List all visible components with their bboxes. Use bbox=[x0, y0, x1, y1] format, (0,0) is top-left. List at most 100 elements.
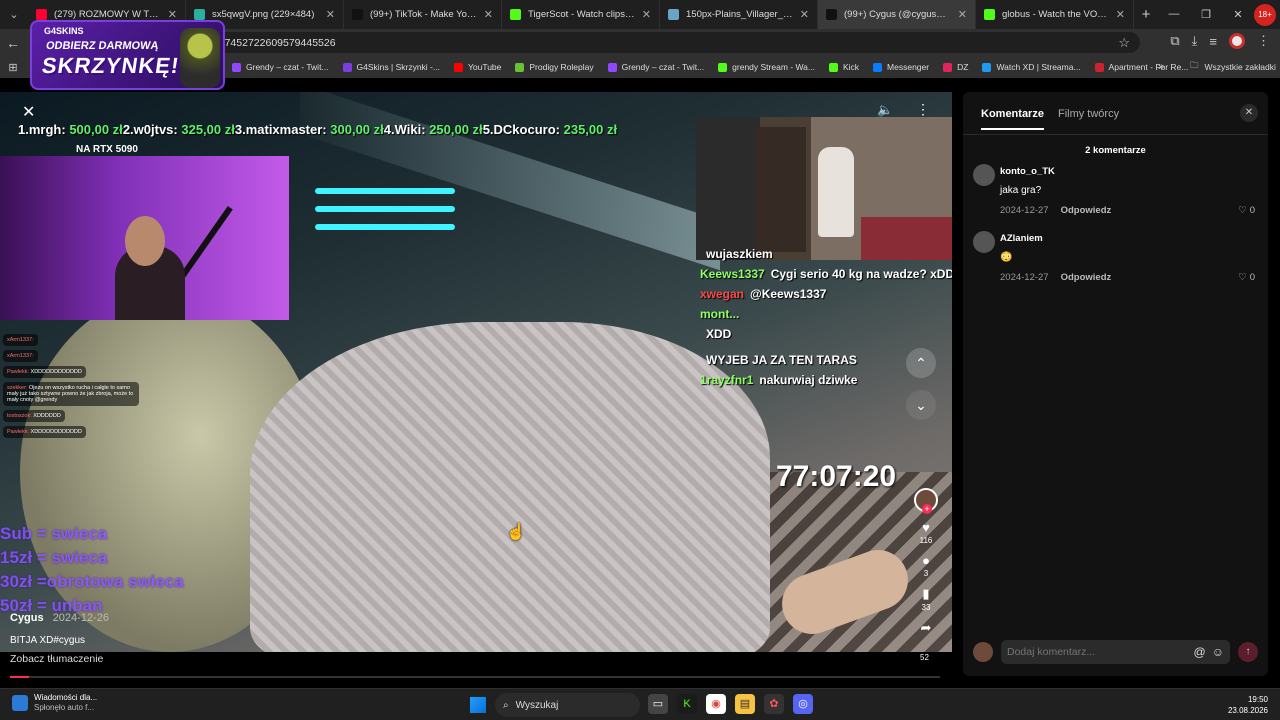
comment-like[interactable]: ♡ 0 bbox=[1238, 272, 1255, 283]
mention-icon[interactable]: @ bbox=[1194, 645, 1206, 659]
panel-divider bbox=[963, 134, 1268, 135]
see-translation-link[interactable]: Zobacz tłumaczenie bbox=[10, 653, 103, 665]
reply-button[interactable]: Odpowiedz bbox=[1061, 205, 1112, 216]
browser-tab[interactable]: (99+) Cygus (@cygus05) | TikTok ✕ bbox=[818, 0, 976, 29]
commenter-avatar[interactable] bbox=[973, 231, 995, 253]
tab-close-icon[interactable]: ✕ bbox=[326, 8, 335, 21]
profile-avatar[interactable]: 18+ bbox=[1254, 3, 1276, 26]
close-window-button[interactable]: ✕ bbox=[1222, 8, 1254, 21]
comment-like[interactable]: ♡ 0 bbox=[1238, 205, 1255, 216]
video-progress-fill bbox=[10, 676, 29, 678]
share-action[interactable]: ➦ bbox=[921, 620, 932, 636]
g4skins-ad-banner[interactable]: G4SKINS ODBIERZ DARMOWĄ SKRZYNKĘ! bbox=[30, 20, 225, 90]
account-avatar[interactable] bbox=[1229, 33, 1245, 49]
taskbar-search[interactable]: ⌕ Wyszukaj bbox=[495, 693, 640, 717]
bookmark-item[interactable]: YouTube bbox=[453, 62, 501, 72]
donor-rank: 4. bbox=[383, 122, 395, 137]
tab-close-icon[interactable]: ✕ bbox=[642, 8, 651, 21]
omnibox[interactable]: eo/7452722609579445526 ☆ bbox=[196, 32, 1140, 53]
bookmark-item[interactable]: G4Skins | Skrzynki -... bbox=[342, 62, 440, 72]
url-text[interactable]: eo/7452722609579445526 bbox=[210, 37, 336, 49]
bookmarks-overflow-icon[interactable]: » bbox=[1158, 61, 1164, 73]
new-tab-button[interactable]: + bbox=[1134, 6, 1158, 23]
bookmark-icon[interactable]: ▮ bbox=[922, 586, 929, 602]
price-list-item: 30zł =obrotowa swieca bbox=[0, 572, 184, 591]
browser-tab[interactable]: TigerScot - Watch clips on Kick ✕ bbox=[502, 0, 660, 29]
browser-menu-icon[interactable]: ⋮ bbox=[1257, 33, 1270, 49]
share-count: 52 bbox=[920, 653, 929, 662]
tab-close-icon[interactable]: ✕ bbox=[484, 8, 493, 21]
apps-grid-icon[interactable]: ⊞ bbox=[0, 61, 26, 74]
commenter-name[interactable]: AZlaniem bbox=[1000, 233, 1043, 244]
system-clock[interactable]: 19:50 23.08.2026 bbox=[1228, 694, 1268, 716]
minimize-button[interactable]: — bbox=[1158, 8, 1190, 21]
chrome-app-icon[interactable]: ◉ bbox=[706, 694, 726, 714]
bookmark-star-icon[interactable]: ☆ bbox=[1118, 35, 1130, 51]
reply-button[interactable]: Odpowiedz bbox=[1061, 272, 1112, 283]
task-view-icon[interactable]: ▭ bbox=[648, 694, 668, 714]
like-action[interactable]: ♥ 116 bbox=[920, 520, 933, 545]
donor-rank: 1. bbox=[18, 122, 29, 137]
tab-title: (279) ROZMOWY W TOKU ODCINEK bbox=[54, 9, 161, 20]
bookmark-item[interactable]: Grendy – czat - Twit... bbox=[607, 62, 704, 72]
search-icon: ⌕ bbox=[503, 699, 509, 711]
close-video-icon[interactable]: ✕ bbox=[22, 102, 35, 122]
media-control-icon[interactable]: ≡ bbox=[1209, 34, 1217, 49]
back-arrow-icon[interactable]: ← bbox=[0, 35, 26, 51]
creator-avatar-follow[interactable] bbox=[914, 488, 938, 514]
post-date: 2024-12-26 bbox=[52, 612, 109, 624]
download-icon[interactable]: ⤓ bbox=[1192, 33, 1198, 49]
bookmark-item[interactable]: Apartment - For Re... bbox=[1094, 62, 1188, 72]
save-action[interactable]: ▮ 33 bbox=[922, 586, 931, 612]
bookmark-item[interactable]: Watch XD | Streama... bbox=[982, 62, 1081, 72]
heart-outline-icon[interactable]: ♡ bbox=[1238, 272, 1247, 283]
discord-app-icon[interactable]: ◎ bbox=[793, 694, 813, 714]
news-widget[interactable]: Wiadomości dla... Spłonęło auto f... bbox=[12, 693, 97, 713]
browser-tab[interactable]: 150px-Plains_Villager_Base_JE2 ✕ bbox=[660, 0, 818, 29]
video-progress-bar[interactable] bbox=[10, 676, 940, 678]
browser-tab[interactable]: (99+) TikTok - Make Your Day ✕ bbox=[344, 0, 502, 29]
commenter-avatar[interactable] bbox=[973, 164, 995, 186]
tab-search-icon[interactable]: ⌄ bbox=[0, 8, 28, 21]
tab-close-icon[interactable]: ✕ bbox=[1116, 8, 1125, 21]
more-options-icon[interactable]: ⋮ bbox=[916, 101, 930, 118]
tab-close-icon[interactable]: ✕ bbox=[958, 8, 967, 21]
maximize-button[interactable]: ❐ bbox=[1190, 8, 1222, 21]
comment-input-box[interactable]: @ ☺ bbox=[1001, 640, 1230, 664]
tab-favicon bbox=[352, 9, 363, 20]
app-icon-red[interactable]: ✿ bbox=[764, 694, 784, 714]
bookmark-item[interactable]: Messenger bbox=[873, 62, 929, 72]
bookmark-item[interactable]: Kick bbox=[828, 62, 859, 72]
comment-action[interactable]: ● 3 bbox=[922, 553, 930, 578]
chat-username: 1rayzfnr1 bbox=[700, 373, 754, 387]
volume-icon[interactable]: 🔈 bbox=[877, 102, 893, 118]
windows-start-icon[interactable] bbox=[470, 697, 486, 713]
price-list-item: 15zł = swieca bbox=[0, 548, 108, 567]
commenter-name[interactable]: konto_o_TK bbox=[1000, 166, 1055, 177]
author-name[interactable]: Cygus bbox=[10, 612, 44, 624]
bookmark-item[interactable]: Prodigy Roleplay bbox=[515, 62, 594, 72]
browser-tab[interactable]: globus - Watch the VOD on Kick ✕ bbox=[976, 0, 1134, 29]
tab-close-icon[interactable]: ✕ bbox=[800, 8, 809, 21]
all-bookmarks-label: Wszystkie zakładki bbox=[1204, 62, 1276, 72]
heart-outline-icon[interactable]: ♡ bbox=[1238, 205, 1247, 216]
extensions-icon[interactable]: ⧉ bbox=[1170, 33, 1179, 49]
bookmark-item[interactable]: Grendy – czat - Twit... bbox=[232, 62, 329, 72]
comment-input[interactable] bbox=[1007, 646, 1188, 658]
tab-creator-videos[interactable]: Filmy twórcy bbox=[1058, 108, 1119, 130]
close-panel-icon[interactable]: ✕ bbox=[1240, 104, 1258, 122]
bookmark-item[interactable]: DZ bbox=[943, 62, 968, 72]
heart-icon[interactable]: ♥ bbox=[922, 520, 930, 535]
tab-comments[interactable]: Komentarze bbox=[981, 108, 1044, 130]
kick-app-icon[interactable]: K bbox=[677, 694, 697, 714]
send-comment-button[interactable]: ↑ bbox=[1238, 642, 1258, 662]
video-player[interactable]: 1.mrgh: 500,00 zł2.w0jtvs: 325,00 zł3.ma… bbox=[0, 92, 952, 652]
bookmark-item[interactable]: grendy Stream - Wa... bbox=[718, 62, 815, 72]
previous-video-button[interactable]: ⌃ bbox=[906, 348, 936, 378]
file-explorer-icon[interactable]: ▤ bbox=[735, 694, 755, 714]
all-bookmarks-button[interactable]: 🗀 Wszystkie zakładki bbox=[1190, 60, 1276, 74]
emoji-icon[interactable]: ☺ bbox=[1212, 645, 1224, 659]
next-video-button[interactable]: ⌄ bbox=[906, 390, 936, 420]
share-icon[interactable]: ➦ bbox=[921, 620, 932, 636]
comment-icon[interactable]: ● bbox=[922, 553, 930, 568]
